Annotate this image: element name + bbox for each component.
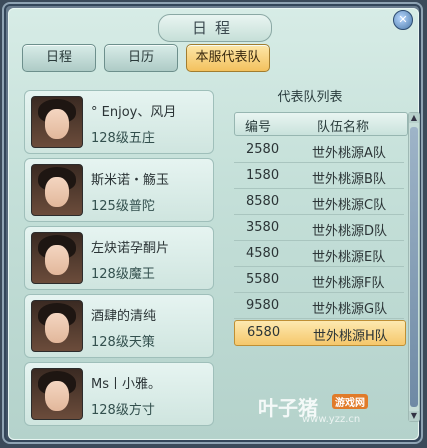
character-portrait	[31, 96, 83, 148]
team-row[interactable]: 3580 世外桃源D队	[234, 216, 404, 241]
character-portrait	[31, 232, 83, 284]
team-list-scrollbar[interactable]: ▲ ▼	[408, 112, 420, 422]
team-row[interactable]: 4580 世外桃源E队	[234, 242, 404, 267]
team-table-header: 编号 队伍名称	[234, 112, 408, 136]
team-number: 5580	[246, 272, 280, 287]
team-row[interactable]: 9580 世外桃源G队	[234, 294, 404, 319]
scroll-up-icon[interactable]: ▲	[409, 113, 419, 123]
watermark-url: www.yzz.cn	[302, 414, 361, 425]
team-number: 2580	[246, 142, 280, 157]
tab-schedule[interactable]: 日程	[22, 44, 96, 72]
character-name: 斯米诺・觞玉	[91, 173, 170, 188]
close-icon[interactable]: ✕	[393, 10, 413, 30]
tab-calendar[interactable]: 日历	[104, 44, 178, 72]
team-number: 3580	[246, 220, 280, 235]
character-level: 128级五庄	[91, 131, 155, 146]
team-name: 世外桃源A队	[312, 146, 386, 161]
character-level: 128级方寸	[91, 403, 155, 418]
scroll-thumb[interactable]	[410, 127, 418, 407]
header-number: 编号	[245, 120, 272, 135]
team-name: 世外桃源D队	[312, 224, 388, 239]
team-number: 4580	[246, 246, 280, 261]
tab-server-team[interactable]: 本服代表队	[186, 44, 270, 72]
schedule-window: 日程 ✕ 日程 日历 本服代表队 ° Enjoy、风月 128级五庄 斯米诺・觞…	[8, 8, 420, 440]
team-list-panel: 代表队列表 编号 队伍名称 2580 世外桃源A队 1580 世外桃源B队 85…	[224, 84, 420, 422]
team-name: 世外桃源G队	[312, 302, 388, 317]
character-portrait	[31, 300, 83, 352]
team-number: 6580	[247, 325, 281, 340]
character-name: 酒肆的清纯	[91, 309, 157, 324]
team-name: 世外桃源H队	[313, 329, 388, 344]
scroll-down-icon[interactable]: ▼	[409, 411, 419, 421]
team-number: 1580	[246, 168, 280, 183]
character-card[interactable]: 左炔诺孕酮片 128级魔王	[24, 226, 214, 290]
character-level: 125级普陀	[91, 199, 155, 214]
team-number: 8580	[246, 194, 280, 209]
window-title: 日程	[158, 14, 272, 42]
character-card[interactable]: 斯米诺・觞玉 125级普陀	[24, 158, 214, 222]
site-watermark: 叶子猪 游戏网 www.yzz.cn	[258, 392, 408, 432]
character-name: 左炔诺孕酮片	[91, 241, 170, 256]
team-name: 世外桃源B队	[312, 172, 386, 187]
character-portrait	[31, 368, 83, 420]
character-name: ° Enjoy、风月	[91, 105, 177, 120]
team-name: 世外桃源F队	[312, 276, 385, 291]
team-row[interactable]: 8580 世外桃源C队	[234, 190, 404, 215]
team-row[interactable]: 1580 世外桃源B队	[234, 164, 404, 189]
character-portrait	[31, 164, 83, 216]
character-level: 128级魔王	[91, 267, 155, 282]
team-number: 9580	[246, 298, 280, 313]
team-name: 世外桃源C队	[312, 198, 387, 213]
team-row-selected[interactable]: 6580 世外桃源H队	[234, 320, 406, 346]
header-team-name: 队伍名称	[317, 120, 370, 135]
character-card[interactable]: ° Enjoy、风月 128级五庄	[24, 90, 214, 154]
watermark-tag: 游戏网	[332, 394, 368, 409]
character-level: 128级天策	[91, 335, 155, 350]
team-row[interactable]: 5580 世外桃源F队	[234, 268, 404, 293]
team-row[interactable]: 2580 世外桃源A队	[234, 138, 404, 163]
character-name: Ms丨小雅。	[91, 377, 161, 392]
team-name: 世外桃源E队	[312, 250, 386, 265]
team-list-title: 代表队列表	[277, 90, 343, 105]
character-card[interactable]: 酒肆的清纯 128级天策	[24, 294, 214, 358]
character-card[interactable]: Ms丨小雅。 128级方寸	[24, 362, 214, 426]
